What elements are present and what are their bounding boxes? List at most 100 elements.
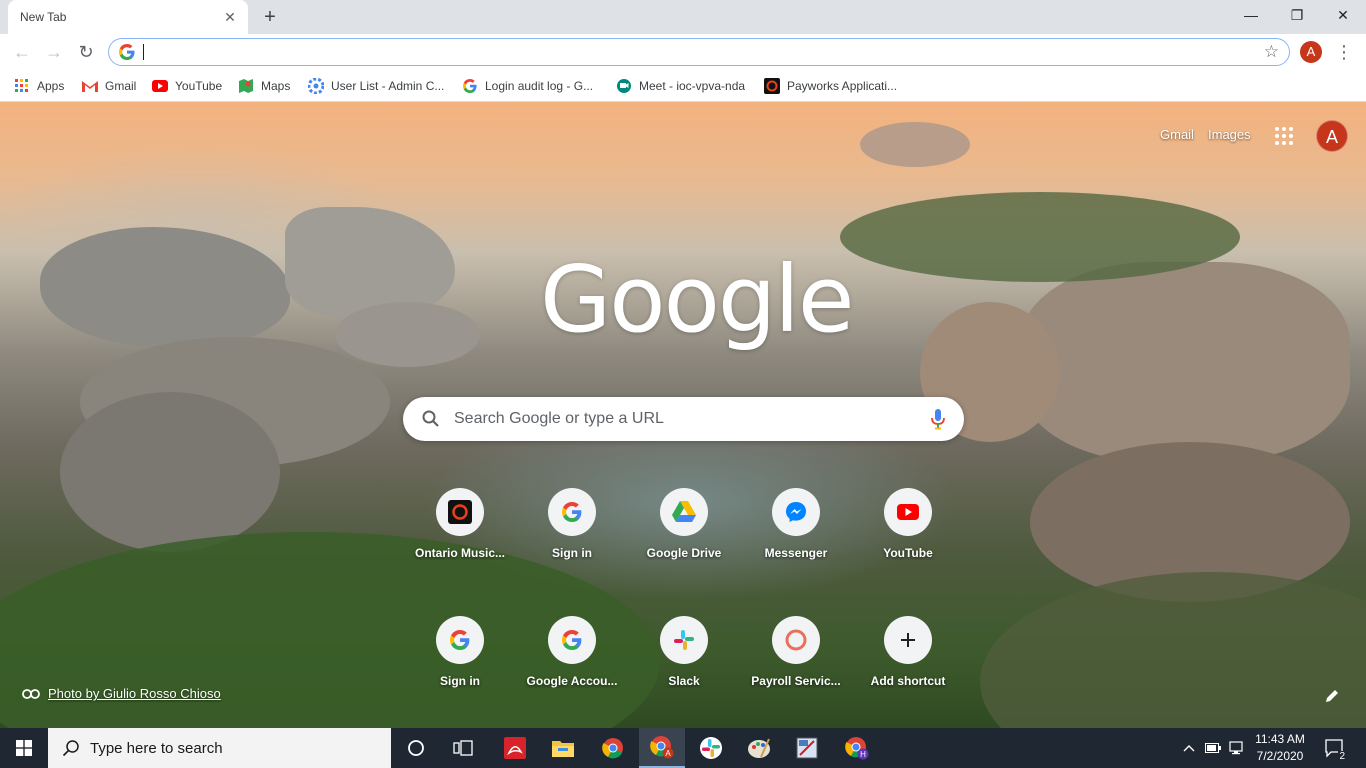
chrome-profile-h-icon[interactable]: H <box>834 728 880 768</box>
taskbar-search[interactable]: Type here to search <box>48 728 391 768</box>
google-drive-icon <box>660 488 708 536</box>
shortcut-google-drive[interactable]: Google Drive <box>628 472 740 584</box>
background-rock <box>1020 262 1350 462</box>
cortana-icon[interactable] <box>393 728 439 768</box>
payroll-icon <box>772 616 820 664</box>
plus-icon <box>884 616 932 664</box>
restore-button[interactable]: ❐ <box>1274 0 1320 30</box>
google-g-icon <box>548 488 596 536</box>
youtube-icon <box>152 78 168 94</box>
shortcut-youtube[interactable]: YouTube <box>852 472 964 584</box>
chrome-profile-a-icon[interactable]: A <box>639 728 685 768</box>
meet-icon <box>616 78 632 94</box>
gmail-link[interactable]: Gmail <box>1160 127 1194 142</box>
google-g-icon <box>462 78 478 94</box>
omnibox[interactable]: ☆ <box>108 38 1290 66</box>
background-rock <box>60 392 280 552</box>
bookmark-label: YouTube <box>175 79 223 93</box>
bookmark-label: Apps <box>37 79 65 93</box>
images-link[interactable]: Images <box>1208 127 1251 142</box>
background-rock <box>860 122 970 167</box>
bookmark-payworks[interactable]: Payworks Applicati... <box>764 76 897 96</box>
shortcut-sign-in-2[interactable]: Sign in <box>404 600 516 712</box>
attribution-text: Photo by Giulio Rosso Chioso <box>48 686 221 701</box>
ntp-search-box[interactable]: Search Google or type a URL <box>403 397 964 441</box>
google-g-icon <box>119 44 135 60</box>
shortcut-label: Payroll Servic... <box>751 674 841 688</box>
slack-icon <box>660 616 708 664</box>
bookmark-maps[interactable]: Maps <box>238 76 290 96</box>
tab-new-tab[interactable]: New Tab ✕ <box>8 0 248 34</box>
background-rock <box>285 207 455 317</box>
back-button[interactable]: ← <box>8 38 36 66</box>
chrome-menu-icon[interactable]: ⋮ <box>1334 39 1354 65</box>
background-vegetation <box>840 192 1240 282</box>
messenger-icon <box>772 488 820 536</box>
minimize-button[interactable]: — <box>1228 0 1274 30</box>
add-shortcut-button[interactable]: Add shortcut <box>852 600 964 712</box>
bookmark-apps[interactable]: Apps <box>14 76 64 96</box>
bookmark-login-audit[interactable]: Login audit log - G... <box>462 76 593 96</box>
taskbar: Type here to search A H 11:43 AM 7/2/202… <box>0 728 1366 768</box>
bookmark-gmail[interactable]: Gmail <box>82 76 136 96</box>
search-placeholder: Search Google or type a URL <box>454 410 664 427</box>
show-hidden-icons-chevron-icon[interactable] <box>1178 728 1200 768</box>
shortcut-slack[interactable]: Slack <box>628 600 740 712</box>
shortcut-label: Ontario Music... <box>414 546 505 560</box>
notification-count: 2 <box>1338 751 1346 762</box>
bookmark-label: Payworks Applicati... <box>787 79 898 93</box>
youtube-icon <box>884 488 932 536</box>
shortcut-google-account[interactable]: Google Accou... <box>516 600 628 712</box>
search-icon <box>422 410 439 427</box>
paint-icon[interactable] <box>736 728 782 768</box>
acrobat-icon[interactable] <box>492 728 538 768</box>
customize-pencil-icon[interactable] <box>1324 688 1340 704</box>
photo-attribution[interactable]: Photo by Giulio Rosso Chioso <box>22 686 221 701</box>
apps-grid-icon <box>14 78 30 94</box>
battery-icon[interactable] <box>1202 728 1224 768</box>
network-icon[interactable] <box>1226 728 1248 768</box>
shortcut-sign-in[interactable]: Sign in <box>516 472 628 584</box>
shortcut-ontario-music[interactable]: Ontario Music... <box>404 472 516 584</box>
background-rock <box>40 227 290 347</box>
bookmark-user-list[interactable]: User List - Admin C... <box>308 76 444 96</box>
profile-avatar[interactable]: A <box>1300 41 1322 63</box>
bookmarks-bar: Apps Gmail YouTube Maps User List - Admi… <box>0 70 1366 102</box>
shortcut-label: Google Drive <box>646 546 722 560</box>
clock-time: 11:43 AM <box>1255 732 1305 746</box>
shortcut-messenger[interactable]: Messenger <box>740 472 852 584</box>
bookmark-youtube[interactable]: YouTube <box>152 76 222 96</box>
reload-button[interactable]: ↻ <box>72 38 100 66</box>
microphone-icon[interactable] <box>930 408 946 430</box>
shortcut-payroll[interactable]: Payroll Servic... <box>740 600 852 712</box>
bookmark-star-icon[interactable]: ☆ <box>1264 42 1279 62</box>
start-button[interactable] <box>0 728 48 768</box>
tab-close-icon[interactable]: ✕ <box>222 9 238 25</box>
snipping-tool-icon[interactable] <box>784 728 830 768</box>
background-vegetation <box>980 572 1366 728</box>
admin-icon <box>308 78 324 94</box>
bookmark-label: Maps <box>261 79 291 93</box>
forward-button[interactable]: → <box>40 38 68 66</box>
chrome-icon[interactable] <box>590 728 636 768</box>
link-icon <box>22 688 40 699</box>
account-avatar[interactable]: A <box>1316 120 1348 152</box>
window-close-button[interactable]: ✕ <box>1320 0 1366 30</box>
shortcut-label: Add shortcut <box>870 674 946 688</box>
new-tab-button[interactable]: + <box>258 6 282 30</box>
clock-date: 7/2/2020 <box>1256 749 1304 763</box>
maps-icon <box>238 78 254 94</box>
omnibox-input[interactable] <box>145 41 1245 63</box>
file-explorer-icon[interactable] <box>540 728 586 768</box>
slack-taskbar-icon[interactable] <box>688 728 734 768</box>
windows-logo-icon <box>16 740 32 756</box>
bookmark-label: Login audit log - G... <box>485 79 594 93</box>
action-center-button[interactable]: 2 <box>1320 728 1350 768</box>
toolbar: ← → ↻ ☆ A ⋮ <box>0 34 1366 70</box>
system-clock[interactable]: 11:43 AM 7/2/2020 <box>1248 731 1312 765</box>
task-view-icon[interactable] <box>440 728 486 768</box>
bookmark-meet[interactable]: Meet - ioc-vpva-nda <box>616 76 745 96</box>
google-apps-icon[interactable] <box>1274 126 1294 146</box>
background-rock <box>335 302 480 367</box>
tab-strip: New Tab ✕ + — ❐ ✕ <box>0 0 1366 34</box>
